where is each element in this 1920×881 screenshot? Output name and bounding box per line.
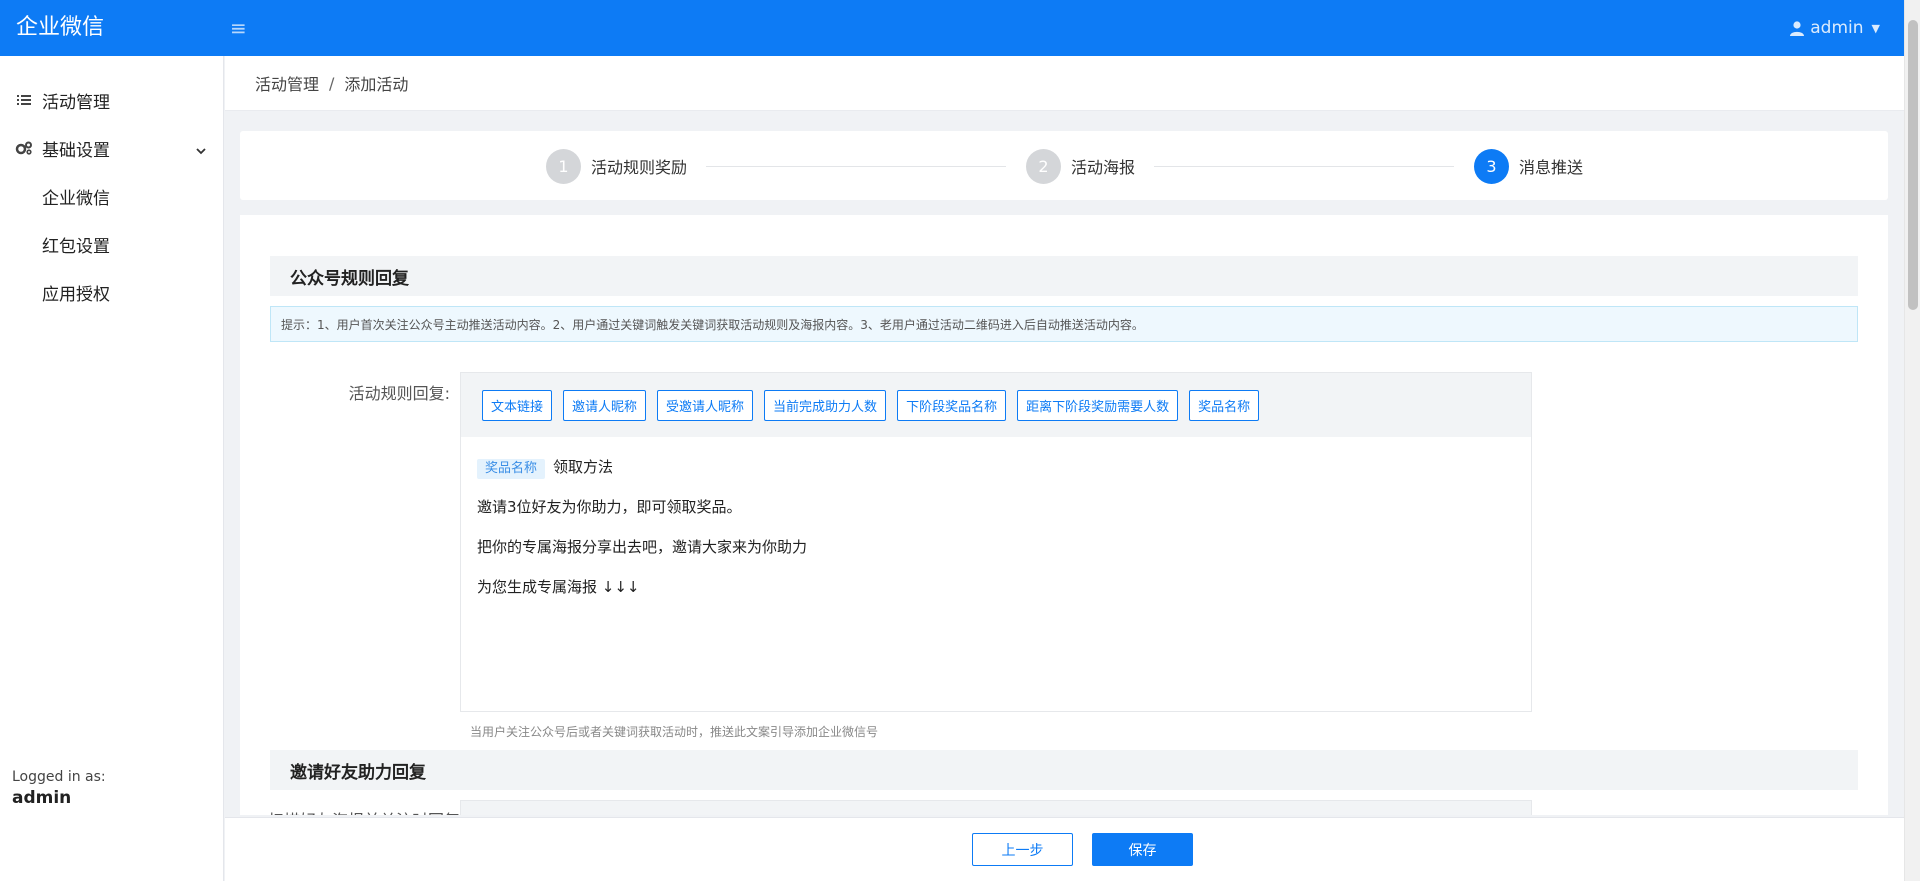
user-icon [1790, 20, 1805, 36]
save-button[interactable]: 保存 [1092, 833, 1193, 866]
step-number: 3 [1474, 148, 1509, 184]
main-form-card: 公众号规则回复 提示：1、用户首次关注公众号主动推送活动内容。2、用户通过关键词… [240, 215, 1888, 815]
step-label: 消息推送 [1519, 158, 1584, 177]
chevron-down-icon [196, 140, 206, 160]
insert-inviter-nickname-button[interactable]: 邀请人昵称 [563, 389, 647, 421]
insert-prize-name-button[interactable]: 奖品名称 [1189, 389, 1260, 421]
cogs-icon [14, 141, 34, 155]
hint-box: 提示：1、用户首次关注公众号主动推送活动内容。2、用户通过关键词触发关键词获取活… [270, 306, 1858, 342]
variable-tag[interactable]: 奖品名称 [477, 459, 546, 479]
form-footer: 上一步 保存 [225, 817, 1904, 881]
invite-reply-editor[interactable] [460, 800, 1532, 815]
breadcrumb: 活动管理 / 添加活动 [225, 56, 1904, 111]
user-name: admin [1810, 18, 1864, 38]
scrollbar-thumb[interactable] [1908, 20, 1918, 310]
breadcrumb-separator: / [329, 73, 335, 93]
sidebar-item-label: 企业微信 [42, 188, 110, 209]
field-label: 活动规则回复: [348, 384, 450, 403]
brand-title[interactable]: 企业微信 [16, 0, 104, 56]
page-scrollbar[interactable] [1904, 0, 1920, 881]
step-2[interactable]: 2 活动海报 [1026, 148, 1136, 184]
sidebar-item-wecom[interactable]: 企业微信 [0, 172, 224, 220]
sidebar-item-basic-settings[interactable]: 基础设置 [0, 124, 224, 172]
step-number: 1 [546, 148, 581, 184]
list-icon [14, 94, 34, 106]
steps-card: 1 活动规则奖励 2 活动海报 3 消息推送 [240, 131, 1888, 200]
previous-step-button[interactable]: 上一步 [972, 833, 1073, 866]
sidebar-item-label: 应用授权 [42, 284, 110, 305]
section-title: 邀请好友助力回复 [270, 750, 1858, 790]
logged-in-label: Logged in as: [12, 769, 106, 785]
insert-next-prize-button[interactable]: 下阶段奖品名称 [897, 389, 1007, 421]
editor-line: 奖品名称 领取方法 [477, 455, 1515, 495]
step-number: 2 [1026, 148, 1061, 184]
sidebar-item-app-auth[interactable]: 应用授权 [0, 268, 224, 316]
editor-toolbar: 文本链接 邀请人昵称 受邀请人昵称 当前完成助力人数 下阶段奖品名称 距离下阶段… [461, 373, 1531, 437]
breadcrumb-parent[interactable]: 活动管理 [255, 71, 319, 95]
logged-in-user: admin [12, 788, 72, 808]
breadcrumb-current: 添加活动 [344, 75, 409, 94]
step-3[interactable]: 3 消息推送 [1474, 148, 1584, 184]
insert-helper-count-button[interactable]: 当前完成助力人数 [764, 389, 887, 421]
editor-content[interactable]: 奖品名称 领取方法 邀请3位好友为你助力，即可领取奖品。 把你的专属海报分享出去吧… [461, 437, 1531, 633]
sidebar-item-label: 基础设置 [42, 140, 110, 161]
insert-text-link-button[interactable]: 文本链接 [482, 389, 553, 421]
hamburger-icon[interactable]: ≡ [230, 18, 250, 38]
field-help-text: 当用户关注公众号后或者关键词获取活动时，推送此文案引导添加企业微信号 [470, 725, 879, 739]
sidebar-item-label: 活动管理 [42, 92, 110, 113]
caret-down-icon: ▼ [1871, 21, 1880, 35]
rule-reply-editor[interactable]: 文本链接 邀请人昵称 受邀请人昵称 当前完成助力人数 下阶段奖品名称 距离下阶段… [460, 372, 1532, 712]
top-navbar: 企业微信 ≡ admin ▼ [0, 0, 1904, 56]
section-title: 公众号规则回复 [270, 256, 1858, 296]
insert-people-needed-button[interactable]: 距离下阶段奖励需要人数 [1017, 389, 1179, 421]
insert-invitee-nickname-button[interactable]: 受邀请人昵称 [657, 389, 754, 421]
step-1[interactable]: 1 活动规则奖励 [546, 148, 688, 184]
step-label: 活动海报 [1071, 158, 1136, 177]
editor-line: 为您生成专属海报 ↓↓↓ [477, 578, 640, 596]
editor-line: 把你的专属海报分享出去吧，邀请大家来为你助力 [477, 538, 808, 556]
editor-line: 邀请3位好友为你助力，即可领取奖品。 [477, 498, 742, 516]
step-label: 活动规则奖励 [591, 158, 688, 177]
sidebar-item-label: 红包设置 [42, 236, 110, 257]
field-label: 扫描好友海报并关注时回复 [268, 807, 460, 815]
user-menu[interactable]: admin ▼ [1790, 0, 1880, 56]
step-connector [1154, 166, 1454, 167]
sidebar-item-activity-management[interactable]: 活动管理 [0, 76, 224, 124]
sidebar-item-red-packet[interactable]: 红包设置 [0, 220, 224, 268]
step-connector [706, 166, 1006, 167]
sidebar: 活动管理 基础设置 企业微信 红包设置 应用授权 [0, 56, 224, 881]
